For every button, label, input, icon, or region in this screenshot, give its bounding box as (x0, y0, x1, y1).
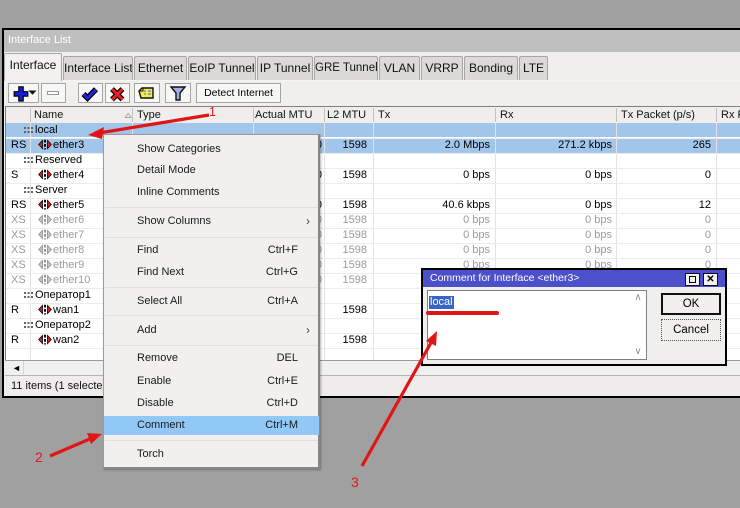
svg-text:2: 2 (35, 449, 43, 465)
svg-text:3: 3 (351, 474, 359, 490)
